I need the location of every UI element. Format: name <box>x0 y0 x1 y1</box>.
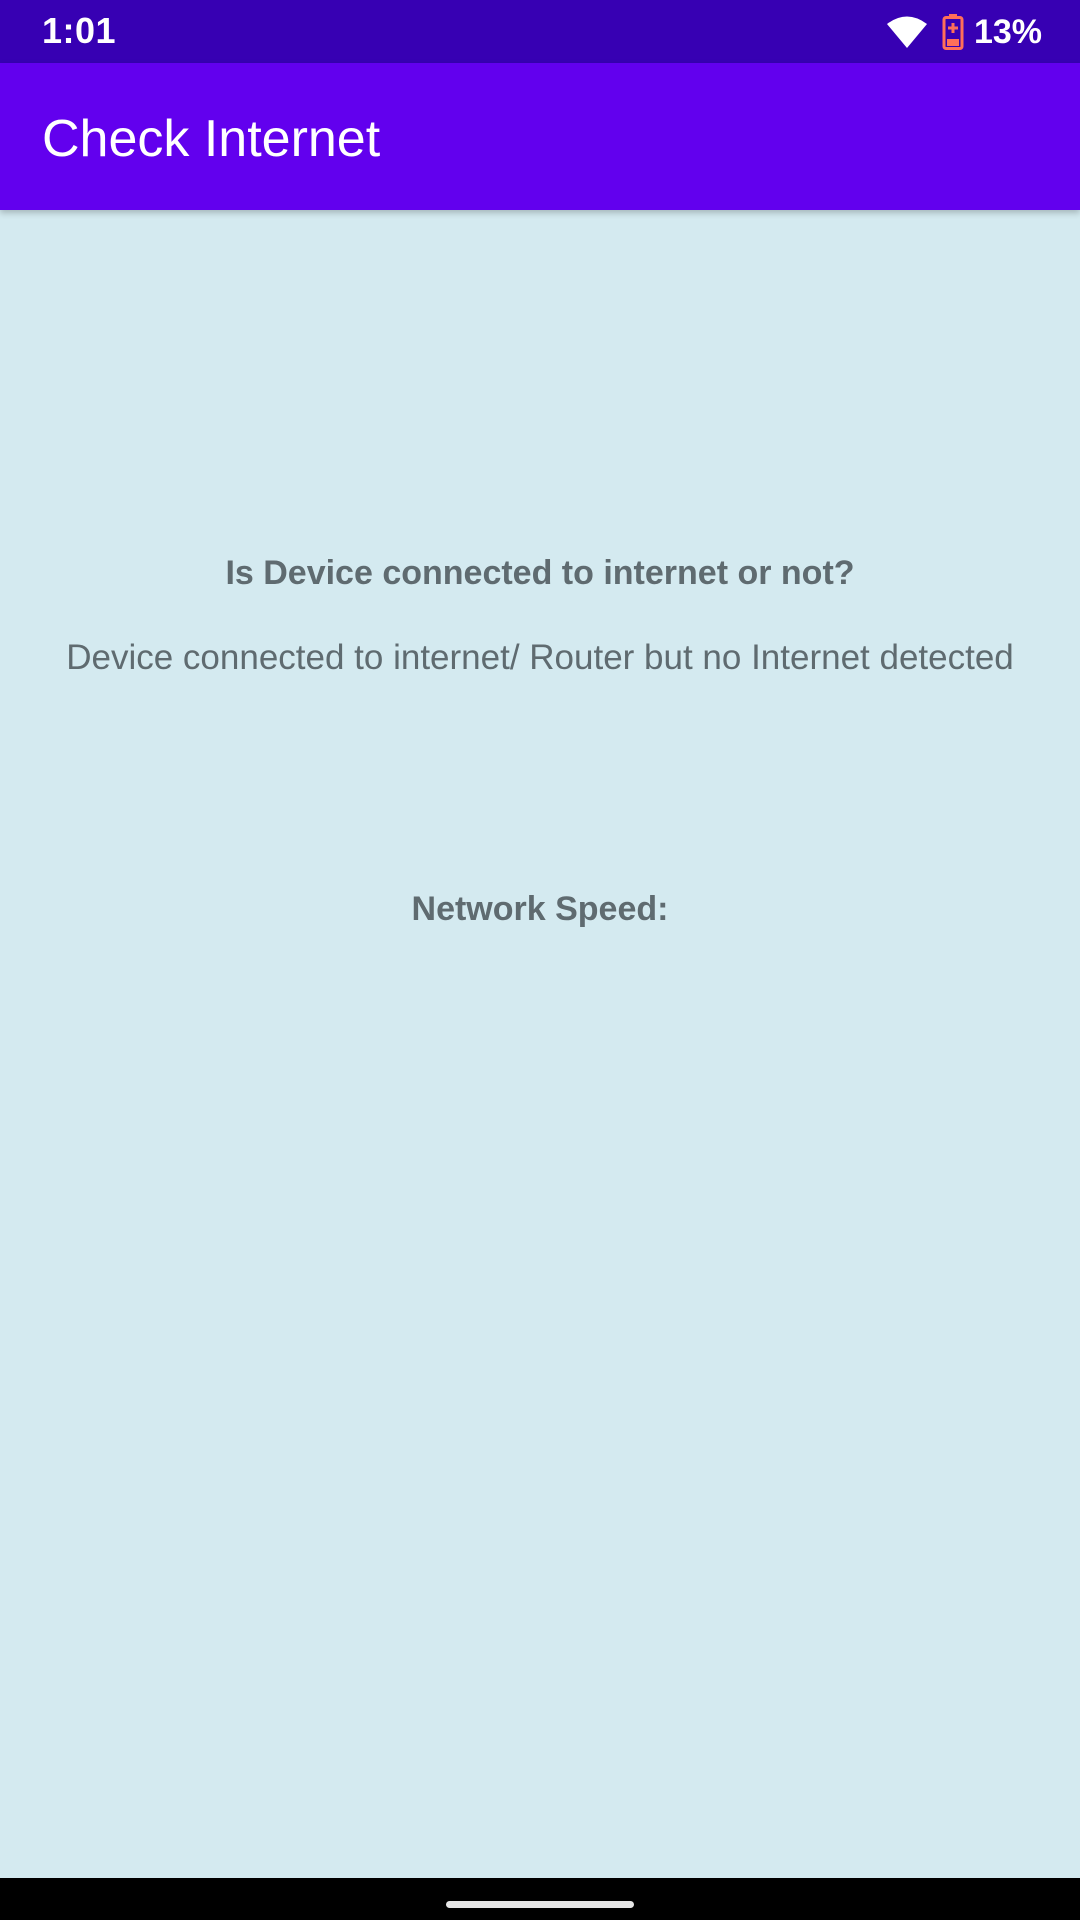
status-bar: 1:01 13% <box>0 0 1080 63</box>
status-icons: 13% <box>886 10 1042 54</box>
status-time: 1:01 <box>42 10 117 51</box>
home-handle-icon[interactable] <box>446 1901 634 1908</box>
app-title: Check Internet <box>42 110 381 168</box>
connection-status-message: Device connected to internet/ Router but… <box>66 638 1014 677</box>
connection-question: Is Device connected to internet or not? <box>225 554 855 592</box>
wifi-icon <box>886 16 927 48</box>
main-content: Is Device connected to internet or not? … <box>0 210 1080 1878</box>
battery-percentage: 13% <box>973 12 1042 51</box>
battery-charging-icon <box>942 14 964 50</box>
navigation-bar <box>0 1878 1080 1920</box>
network-speed-label: Network Speed: <box>411 890 669 928</box>
app-bar: Check Internet <box>0 63 1080 210</box>
